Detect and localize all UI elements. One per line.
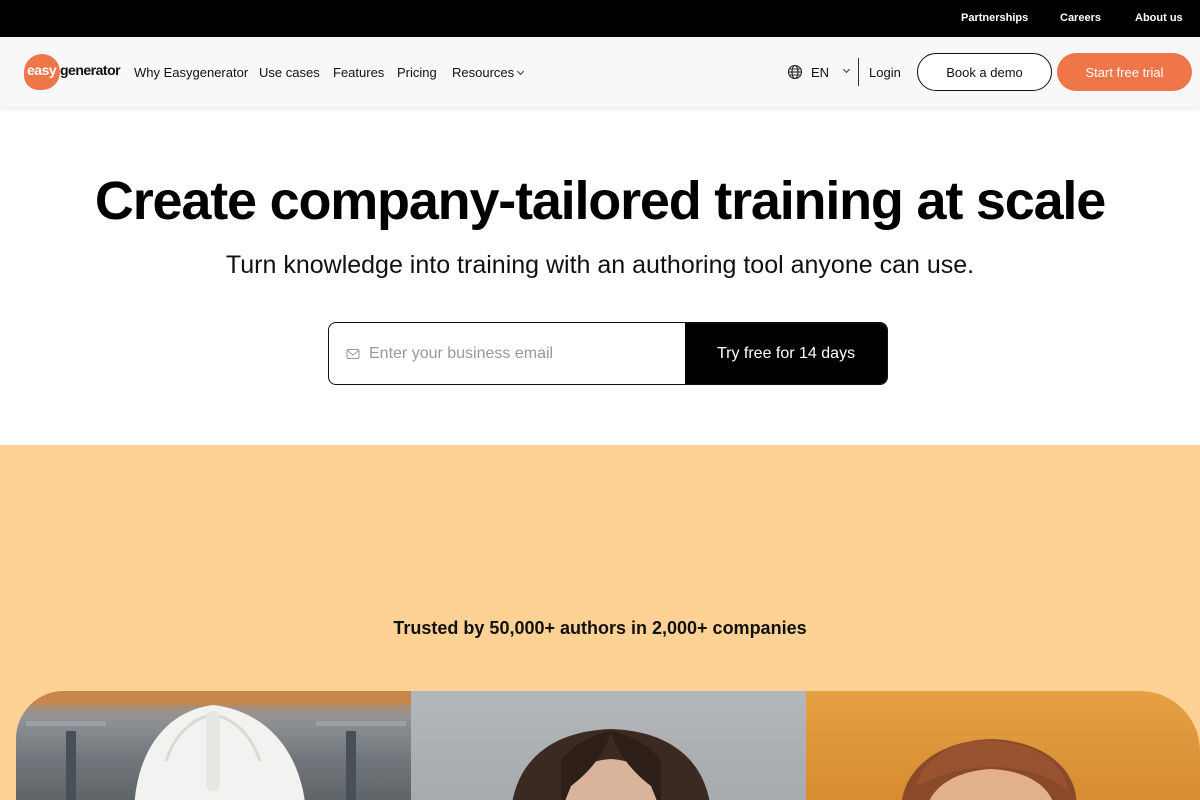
- nav-link-pricing[interactable]: Pricing: [397, 65, 437, 80]
- chevron-down-icon: [517, 67, 525, 76]
- login-link[interactable]: Login: [869, 65, 901, 80]
- logo-text-generator: generator: [60, 62, 121, 78]
- main-navbar: easy generator Why Easygenerator Use cas…: [0, 37, 1200, 107]
- easygenerator-logo[interactable]: easy generator: [24, 54, 128, 90]
- email-signup-form: Try free for 14 days: [328, 322, 888, 385]
- start-free-trial-button[interactable]: Start free trial: [1057, 53, 1192, 91]
- trusted-by-text: Trusted by 50,000+ authors in 2,000+ com…: [393, 618, 807, 638]
- language-chevron-down-icon[interactable]: [842, 65, 851, 74]
- photo-man: [806, 691, 1200, 800]
- logo-text-easy: easy: [27, 62, 57, 78]
- hero-title: Create company-tailored training at scal…: [94, 171, 1106, 231]
- nav-divider: [858, 58, 859, 86]
- language-selector[interactable]: EN: [811, 65, 829, 80]
- hero-subtitle: Turn knowledge into training with an aut…: [225, 251, 975, 279]
- nav-resources-dropdown[interactable]: Resources: [452, 65, 525, 80]
- nav-link-why-easygenerator[interactable]: Why Easygenerator: [134, 65, 248, 80]
- photo-woman: [411, 691, 806, 800]
- top-utility-bar: Partnerships Careers About us: [0, 0, 1200, 37]
- try-free-button[interactable]: Try free for 14 days: [685, 323, 887, 384]
- customer-photo-strip: [16, 691, 1200, 800]
- nav-link-features[interactable]: Features: [333, 65, 384, 80]
- photo-worker-hard-hat: [16, 691, 411, 800]
- globe-icon[interactable]: [787, 64, 803, 80]
- resources-label: Resources: [452, 65, 515, 80]
- book-demo-button[interactable]: Book a demo: [917, 53, 1052, 91]
- topbar-link-partnerships[interactable]: Partnerships: [961, 12, 1028, 24]
- business-email-input[interactable]: [369, 323, 684, 384]
- trust-section: Trusted by 50,000+ authors in 2,000+ com…: [0, 445, 1200, 800]
- topbar-link-about-us[interactable]: About us: [1135, 12, 1183, 24]
- nav-link-use-cases[interactable]: Use cases: [259, 65, 320, 80]
- mail-icon: [346, 349, 360, 359]
- topbar-link-careers[interactable]: Careers: [1060, 12, 1101, 24]
